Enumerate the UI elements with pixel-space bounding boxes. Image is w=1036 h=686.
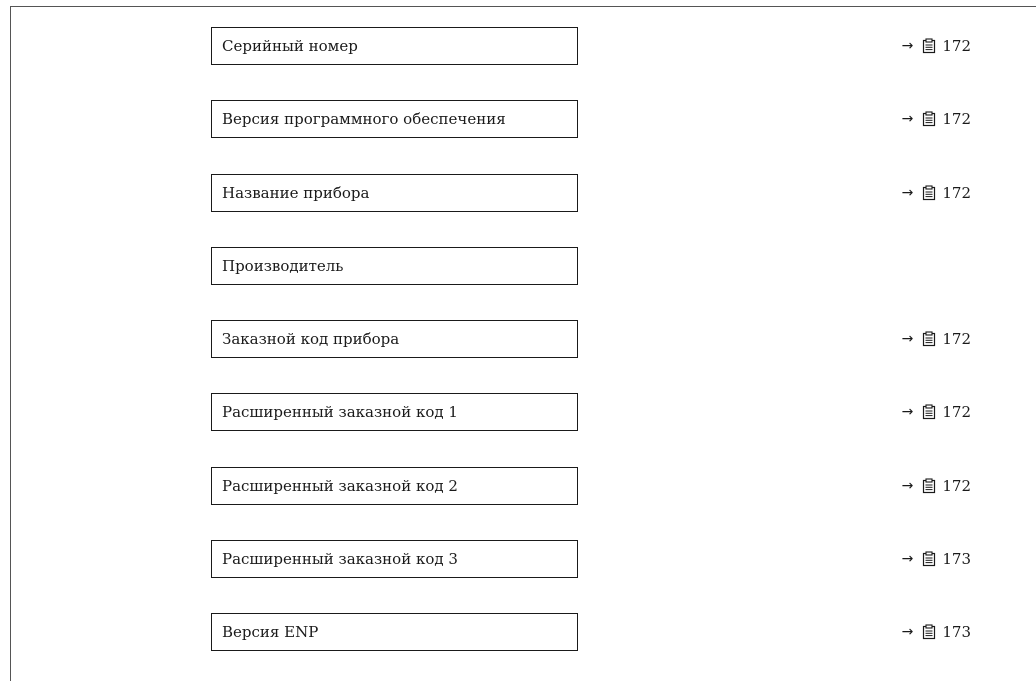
page-number: 172: [942, 37, 971, 55]
parameter-name-box: Расширенный заказной код 3: [211, 540, 578, 578]
parameter-row: Название прибора → 172: [0, 174, 1036, 214]
page-reference-icon: [921, 404, 937, 420]
parameter-row: Расширенный заказной код 1 → 172: [0, 393, 1036, 433]
parameter-row: Версия ENP → 173: [0, 613, 1036, 653]
parameter-name-box: Расширенный заказной код 1: [211, 393, 578, 431]
page-reference-link[interactable]: → 172: [902, 100, 971, 138]
parameter-row: Серийный номер → 172: [0, 27, 1036, 67]
arrow-right-icon: →: [901, 331, 914, 347]
page-reference-link[interactable]: → 172: [902, 174, 971, 212]
page-number: 172: [942, 403, 971, 421]
arrow-right-icon: →: [901, 38, 914, 54]
parameter-row: Расширенный заказной код 3 → 173: [0, 540, 1036, 580]
arrow-right-icon: →: [901, 624, 914, 640]
parameter-name-box: Серийный номер: [211, 27, 578, 65]
page-reference-link[interactable]: → 172: [902, 320, 971, 358]
page-reference-icon: [921, 38, 937, 54]
arrow-right-icon: →: [901, 404, 914, 420]
page-number: 173: [942, 623, 971, 641]
page-number: 172: [942, 477, 971, 495]
page-reference-link[interactable]: → 172: [902, 27, 971, 65]
page-number: 173: [942, 550, 971, 568]
page-number: 172: [942, 110, 971, 128]
page-reference-link[interactable]: → 172: [902, 393, 971, 431]
page-number: 172: [942, 330, 971, 348]
arrow-right-icon: →: [901, 551, 914, 567]
arrow-right-icon: →: [901, 185, 914, 201]
parameter-name-box: Расширенный заказной код 2: [211, 467, 578, 505]
page-reference-icon: [921, 551, 937, 567]
parameter-name-box: Версия программного обеспечения: [211, 100, 578, 138]
page-reference-icon: [921, 185, 937, 201]
parameter-row: Производитель: [0, 247, 1036, 287]
page-reference-link[interactable]: → 173: [902, 540, 971, 578]
parameter-name-box: Заказной код прибора: [211, 320, 578, 358]
arrow-right-icon: →: [901, 111, 914, 127]
page-reference-icon: [921, 331, 937, 347]
page-reference-icon: [921, 624, 937, 640]
page-reference-link[interactable]: → 173: [902, 613, 971, 651]
frame-top-line: [10, 6, 1036, 7]
parameter-row: Заказной код прибора → 172: [0, 320, 1036, 360]
arrow-right-icon: →: [901, 478, 914, 494]
parameter-name-box: Версия ENP: [211, 613, 578, 651]
parameter-row: Версия программного обеспечения → 172: [0, 100, 1036, 140]
page-reference-icon: [921, 111, 937, 127]
parameter-name-box: Производитель: [211, 247, 578, 285]
page-number: 172: [942, 184, 971, 202]
parameter-name-box: Название прибора: [211, 174, 578, 212]
parameter-row: Расширенный заказной код 2 → 172: [0, 467, 1036, 507]
page-reference-icon: [921, 478, 937, 494]
page-reference-link[interactable]: → 172: [902, 467, 971, 505]
